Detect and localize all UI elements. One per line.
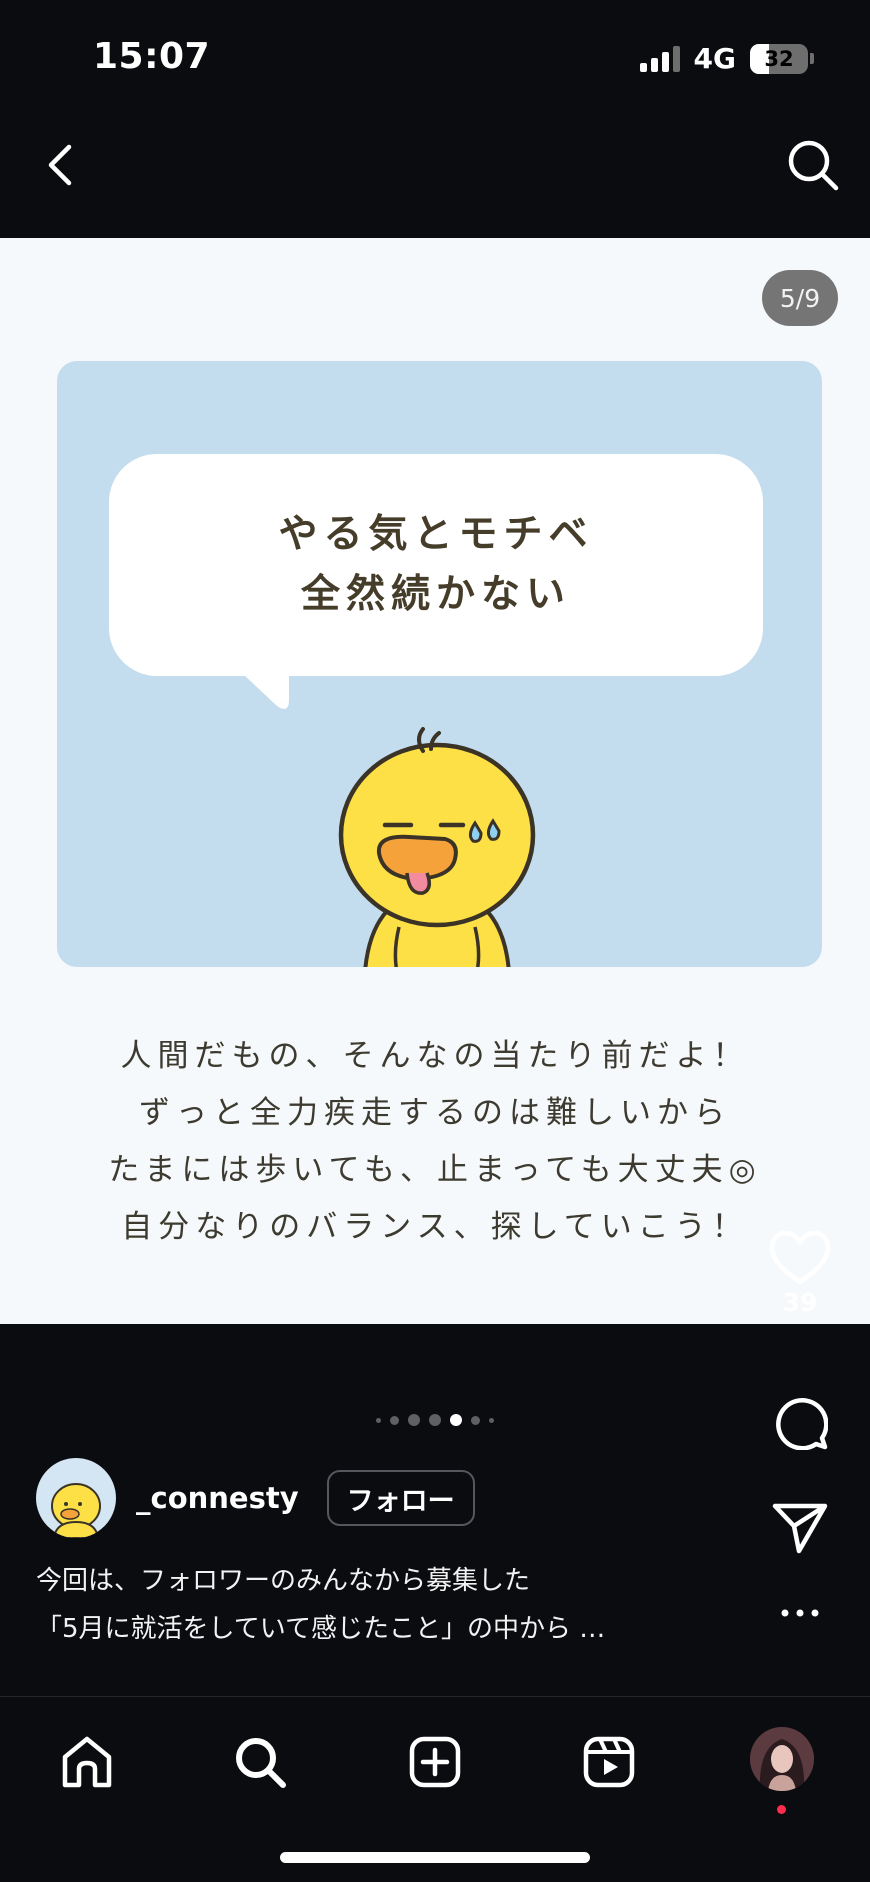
tab-explore[interactable] [225, 1727, 295, 1797]
page-counter: 5/9 [762, 270, 838, 326]
speech-bubble-tail [243, 674, 289, 709]
caption-line-1: 今回は、フォロワーのみんなから募集した [36, 1566, 531, 1596]
illustration-card: やる気とモチベ 全然続かない [57, 361, 822, 967]
speech-bubble-line-1: やる気とモチベ [278, 512, 594, 557]
more-button[interactable] [762, 1608, 838, 1618]
message-line-3: たまには歩いても、止まっても大丈夫◎ [108, 1152, 762, 1188]
author-row: _connesty フォロー [36, 1458, 475, 1538]
plus-square-icon [409, 1736, 461, 1788]
share-button[interactable] [762, 1502, 838, 1554]
notification-dot [777, 1805, 786, 1814]
message-line-4: 自分なりのバランス、探していこう！ [121, 1209, 749, 1245]
chick-avatar-icon [51, 1483, 101, 1538]
send-icon [772, 1503, 828, 1554]
reels-icon [583, 1736, 635, 1788]
speech-bubble: やる気とモチベ 全然続かない [109, 454, 763, 676]
tab-home[interactable] [52, 1727, 122, 1797]
carousel-dot [429, 1414, 441, 1426]
chick-illustration [338, 727, 536, 967]
follow-button[interactable]: フォロー [326, 1470, 475, 1526]
like-count: 39 [782, 1288, 818, 1317]
more-icon [781, 1609, 819, 1617]
status-indicators: 4G 32 [639, 42, 814, 75]
carousel-dot [408, 1414, 420, 1426]
carousel-dot [376, 1417, 381, 1423]
carousel-dot [489, 1417, 494, 1423]
carousel-dot-active [450, 1414, 462, 1426]
caption-line-2: 「5月に就活をしていて感じたこと」の中から … [36, 1614, 606, 1644]
heart-icon [769, 1230, 831, 1285]
top-nav [0, 110, 870, 238]
search-icon [236, 1738, 286, 1788]
home-indicator [280, 1852, 590, 1863]
carousel-dot [471, 1415, 480, 1425]
back-button[interactable] [30, 135, 90, 195]
like-button[interactable]: 39 [762, 1230, 838, 1317]
search-icon [788, 140, 839, 191]
message-line-2: ずっと全力疾走するのは難しいから [139, 1095, 731, 1131]
tab-reels[interactable] [574, 1727, 644, 1797]
author-avatar[interactable] [36, 1458, 116, 1538]
network-type: 4G [693, 42, 736, 75]
post-caption[interactable]: 今回は、フォロワーのみんなから募集した 「5月に就活をしていて感じたこと」の中か… [36, 1557, 676, 1653]
message-body: 人間だもの、そんなの当たり前だよ！ ずっと全力疾走するのは難しいから たまには歩… [0, 1028, 870, 1256]
search-button[interactable] [778, 130, 848, 200]
home-icon [62, 1736, 112, 1788]
tab-create[interactable] [400, 1727, 470, 1797]
post-image[interactable]: 5/9 やる気とモチベ 全然続かない 人間だもの、そんなの当たり前だよ！ ずっと… [0, 238, 870, 1324]
signal-icon [639, 45, 680, 72]
carousel-dot [390, 1415, 399, 1425]
battery-level: 32 [764, 46, 794, 71]
back-chevron-icon [48, 144, 72, 186]
tab-profile[interactable] [750, 1727, 814, 1791]
status-time: 15:07 [93, 36, 211, 77]
status-bar: 15:07 4G 32 [0, 0, 870, 110]
battery-icon: 32 [750, 43, 814, 74]
author-username[interactable]: _connesty [136, 1481, 299, 1515]
message-line-1: 人間だもの、そんなの当たり前だよ！ [120, 1038, 750, 1074]
profile-avatar [750, 1727, 814, 1791]
speech-bubble-line-2: 全然続かない [300, 572, 571, 617]
carousel-indicator [0, 1414, 870, 1426]
